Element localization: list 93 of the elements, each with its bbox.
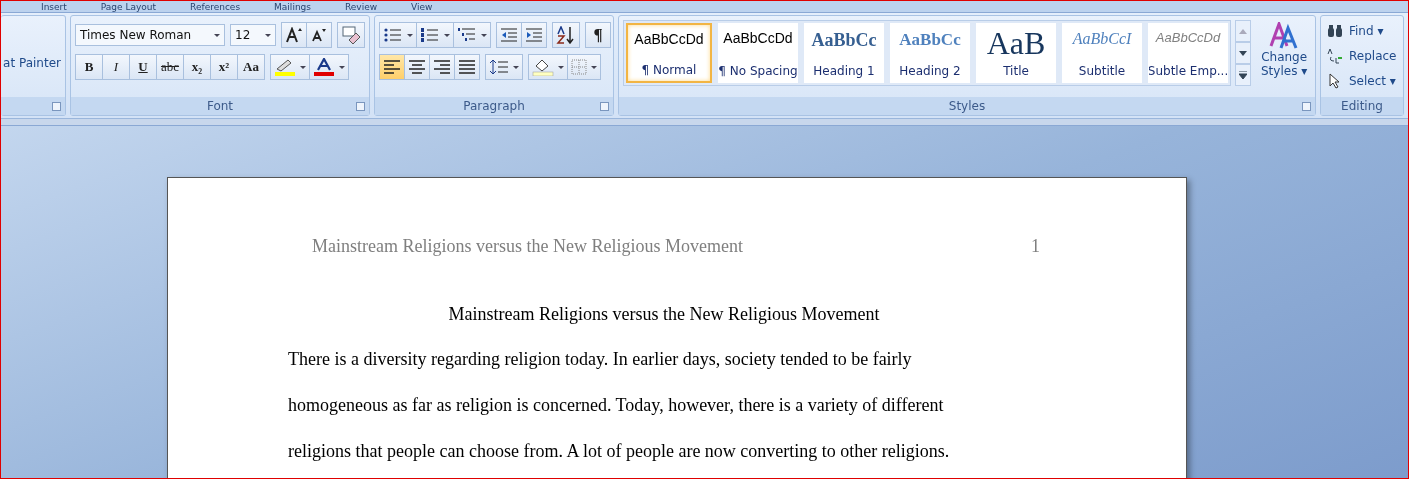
multilevel-list-button[interactable] — [453, 22, 491, 48]
caret-icon — [339, 65, 345, 69]
multilevel-list-icon — [457, 27, 477, 43]
document-title: Mainstream Religions versus the New Religious Movement — [447, 303, 881, 326]
style-item[interactable]: AaBbCcI Subtitle — [1062, 23, 1142, 83]
numbered-list-icon — [420, 27, 440, 43]
ribbon-tab[interactable]: Insert — [41, 1, 67, 12]
format-button[interactable]: U — [129, 54, 157, 80]
font-color-button[interactable] — [309, 54, 349, 80]
clear-formatting-button[interactable] — [337, 22, 365, 48]
highlight-color-button[interactable] — [270, 54, 310, 80]
caret-icon — [214, 33, 221, 37]
eraser-icon — [341, 26, 361, 44]
style-item[interactable]: AaBbCcDd ¶ Normal — [626, 23, 712, 83]
style-item[interactable]: AaBbCcDd ¶ No Spacing — [718, 23, 798, 83]
caret-icon — [300, 65, 306, 69]
align-icon — [383, 60, 401, 74]
alignment-button[interactable] — [379, 54, 405, 80]
up-arrow-icon — [1239, 28, 1247, 34]
format-button[interactable]: x² — [210, 54, 238, 80]
shrink-font-icon — [311, 28, 327, 42]
ribbon-tab[interactable]: References — [190, 1, 241, 12]
change-styles-button[interactable]: Change Styles ▾ — [1255, 20, 1314, 95]
bullet-list-icon — [383, 27, 403, 43]
dialog-launcher-icon[interactable] — [52, 102, 61, 111]
align-icon — [408, 60, 426, 74]
format-button[interactable]: B — [75, 54, 103, 80]
increase-indent-button[interactable] — [521, 22, 547, 48]
scroll-down-button[interactable] — [1235, 42, 1251, 64]
style-item[interactable]: AaBbCcDd Subtle Emp... — [1148, 23, 1228, 83]
indent-icon — [525, 27, 543, 43]
font-color-icon — [313, 58, 335, 76]
select-button[interactable]: Select ▾ — [1327, 70, 1397, 92]
outdent-icon — [500, 27, 518, 43]
dialog-launcher-icon[interactable] — [1302, 102, 1311, 111]
grow-font-button[interactable] — [281, 22, 307, 48]
sort-button[interactable] — [552, 22, 580, 48]
ribbon-tab[interactable]: View — [411, 1, 433, 12]
alignment-button[interactable] — [429, 54, 455, 80]
grow-font-icon — [285, 27, 303, 43]
page-number: 1 — [1031, 235, 1040, 258]
caret-icon — [444, 33, 450, 37]
format-button[interactable]: x₂ — [183, 54, 211, 80]
shrink-font-button[interactable] — [306, 22, 332, 48]
format-painter-button[interactable]: at Painter — [5, 56, 61, 70]
style-item[interactable]: AaB Title — [976, 23, 1056, 83]
replace-button[interactable]: Replace — [1327, 45, 1397, 67]
body-text-line: religions that people can choose from. A lot of people are now converting to other religions. — [288, 440, 951, 463]
expand-icon — [1239, 71, 1247, 79]
group-label: Styles — [948, 99, 986, 113]
ribbon-tab[interactable]: Review — [345, 1, 378, 12]
ribbon-tab[interactable]: Mailings — [274, 1, 311, 12]
ribbon-tab[interactable]: Page Layout — [100, 1, 157, 12]
group-label: Paragraph — [463, 99, 525, 113]
caret-icon — [407, 33, 413, 37]
align-icon — [433, 60, 451, 74]
body-text-line: There is a diversity regarding religion today. In earlier days, society tended to be fairly — [288, 348, 913, 371]
more-styles-button[interactable] — [1235, 64, 1251, 86]
format-button[interactable]: I — [102, 54, 130, 80]
numbering-button[interactable] — [416, 22, 454, 48]
dialog-launcher-icon[interactable] — [356, 102, 365, 111]
format-button[interactable]: Aa — [237, 54, 265, 80]
format-button[interactable]: abc — [156, 54, 184, 80]
caret-icon — [481, 33, 487, 37]
caret-icon — [265, 33, 271, 37]
font-size-field[interactable]: 12 — [230, 24, 276, 46]
body-text-line: homogeneous as far as religion is concerned. Today, however, there is a variety of different — [288, 394, 945, 417]
find-button[interactable]: Find ▾ — [1327, 20, 1397, 42]
style-item[interactable]: AaBbCc Heading 2 — [890, 23, 970, 83]
line-spacing-icon — [489, 59, 509, 75]
highlighter-icon — [274, 58, 296, 76]
font-name-field[interactable]: Times New Roman — [75, 24, 226, 46]
alignment-button[interactable] — [454, 54, 480, 80]
alignment-button[interactable] — [404, 54, 430, 80]
caret-icon — [591, 65, 597, 69]
styles-letters-icon — [1269, 22, 1300, 50]
line-spacing-button[interactable] — [485, 54, 523, 80]
borders-icon — [571, 59, 587, 75]
group-label: Font — [206, 99, 234, 113]
show-formatting-button[interactable]: ¶ — [585, 22, 611, 48]
replace-icon — [1327, 48, 1343, 64]
align-icon — [458, 60, 476, 74]
sort-icon — [556, 26, 576, 44]
running-header: Mainstream Religions versus the New Religious Movement — [312, 235, 743, 258]
binoculars-icon — [1327, 24, 1343, 38]
dialog-launcher-icon[interactable] — [600, 102, 609, 111]
decrease-indent-button[interactable] — [496, 22, 522, 48]
shading-button[interactable] — [528, 54, 568, 80]
caret-icon — [558, 65, 564, 69]
style-item[interactable]: AaBbCc Heading 1 — [804, 23, 884, 83]
down-arrow-icon — [1239, 50, 1247, 56]
caret-icon — [513, 65, 519, 69]
group-label: Editing — [1341, 99, 1383, 113]
